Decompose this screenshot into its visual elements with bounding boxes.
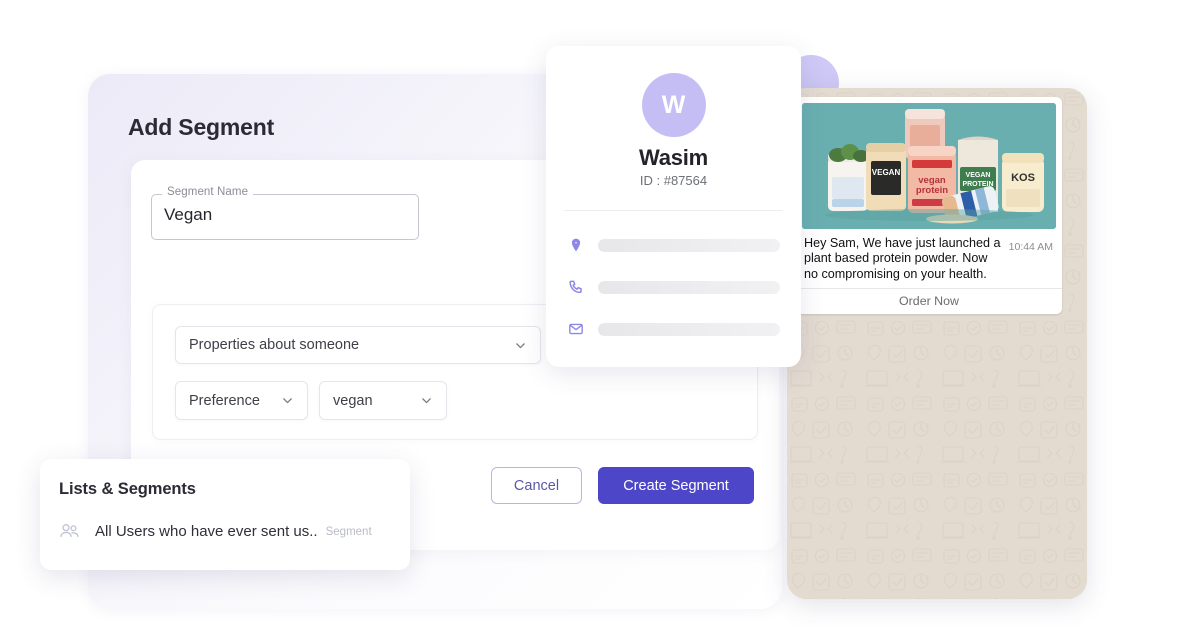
svg-text:VEGAN: VEGAN [872, 168, 901, 177]
segment-name-field[interactable]: Segment Name Vegan [151, 186, 419, 240]
contact-value-placeholder [598, 238, 780, 252]
profile-name: Wasim [638, 145, 709, 170]
page-title: Add Segment [128, 114, 275, 140]
message-timestamp: 10:44 AM [1008, 241, 1053, 253]
message-bubble: VEGAN vegan protein VEGAN PROTEIN KOS 10… [796, 97, 1062, 314]
chevron-down-icon [281, 394, 294, 407]
cancel-button[interactable]: Cancel [491, 467, 582, 504]
contact-value-placeholder [598, 322, 780, 336]
contact-row-email [568, 321, 780, 337]
lists-panel-title: Lists & Segments [59, 480, 196, 498]
property-select-value: Preference [189, 392, 260, 409]
location-pin-icon [568, 237, 584, 253]
chevron-down-icon [514, 339, 527, 352]
profile-id: ID : #87564 [639, 173, 708, 188]
phone-icon [568, 279, 584, 295]
scope-select[interactable]: Properties about someone [175, 326, 541, 364]
segment-name-value[interactable]: Vegan [164, 205, 212, 225]
contact-value-placeholder [598, 280, 780, 294]
message-body: Hey Sam, We have just launched a plant b… [804, 236, 1001, 281]
screenshot-stage: Add Segment Segment Name Vegan Propertie… [0, 0, 1200, 628]
profile-divider [564, 210, 783, 211]
property-select[interactable]: Preference [175, 381, 308, 420]
avatar: W [641, 73, 706, 137]
list-item[interactable]: All Users who have ever sent us.. Segmen… [59, 521, 396, 542]
form-actions: Cancel Create Segment [491, 467, 754, 504]
email-icon [568, 321, 584, 337]
message-body-wrap: 10:44 AM Hey Sam, We have just launched … [802, 229, 1056, 286]
lists-and-segments-card: Lists & Segments All Users who have ever… [40, 459, 410, 570]
create-segment-button[interactable]: Create Segment [598, 467, 754, 504]
contact-row-phone [568, 279, 780, 295]
svg-text:KOS: KOS [1011, 172, 1035, 184]
value-select-value: vegan [333, 392, 373, 409]
segment-name-label: Segment Name [162, 186, 254, 198]
protein-products-illustration: VEGAN vegan protein VEGAN PROTEIN KOS [802, 103, 1056, 229]
contact-profile-card: W Wasim ID : #87564 [546, 46, 801, 367]
svg-text:protein: protein [916, 185, 948, 196]
product-image: VEGAN vegan protein VEGAN PROTEIN KOS [802, 103, 1056, 229]
chevron-down-icon [420, 394, 433, 407]
list-item-label: All Users who have ever sent us.. [95, 523, 318, 540]
list-item-tag: Segment [325, 525, 372, 538]
scope-select-value: Properties about someone [189, 337, 360, 353]
people-icon [59, 521, 80, 542]
contact-row-location [568, 237, 780, 253]
order-now-button[interactable]: Order Now [796, 288, 1062, 314]
svg-text:VEGAN: VEGAN [966, 172, 991, 179]
phone-preview: VEGAN vegan protein VEGAN PROTEIN KOS 10… [787, 88, 1087, 599]
value-select[interactable]: vegan [319, 381, 447, 420]
